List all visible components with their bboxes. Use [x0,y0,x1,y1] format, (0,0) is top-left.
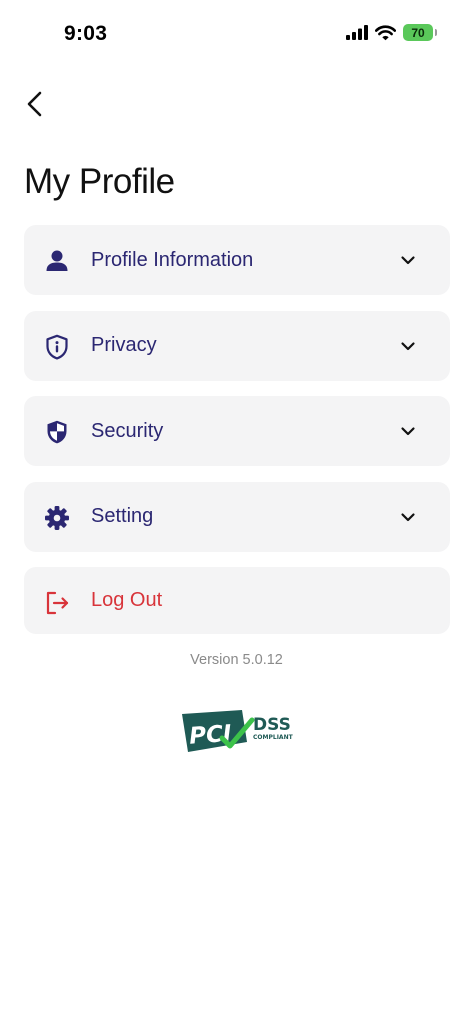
chevron-down-icon [401,256,415,265]
profile-information-label: Profile Information [91,248,254,271]
gear-icon [45,505,69,530]
profile-menu: Profile Information Privacy Security Set… [24,225,450,650]
person-icon [46,250,68,271]
compliant-logo-text: COMPLIANT [253,734,294,741]
privacy-label: Privacy [91,334,157,356]
back-button[interactable] [20,88,52,120]
setting-item[interactable]: Setting [24,481,450,552]
chevron-down-icon [401,512,415,521]
security-item[interactable]: Security [24,396,450,466]
battery-level: 70 [411,25,425,40]
logout-icon [46,591,69,615]
battery-icon: 70 [403,24,437,41]
privacy-item[interactable]: Privacy [24,310,450,381]
chevron-left-icon [27,91,42,117]
status-icons: 70 [346,24,437,41]
status-bar: 9:03 70 [0,0,473,70]
status-time: 9:03 [64,22,108,45]
shield-info-icon [46,334,68,359]
app-version: Version 5.0.12 [190,652,283,668]
shield-half-icon [47,420,67,444]
logout-button[interactable]: Log Out [24,567,450,634]
profile-information-item[interactable]: Profile Information [24,225,450,295]
cellular-signal-icon [346,25,368,40]
page-title: My Profile [24,162,175,201]
chevron-down-icon [401,341,415,350]
wifi-icon [375,24,396,40]
logout-label: Log Out [91,589,163,611]
setting-label: Setting [91,505,154,527]
dss-logo-text: DSS [253,715,291,735]
chevron-down-icon [401,427,415,436]
security-label: Security [91,419,164,442]
pci-dss-compliant-logo: PCI DSS COMPLIANT [182,710,294,752]
